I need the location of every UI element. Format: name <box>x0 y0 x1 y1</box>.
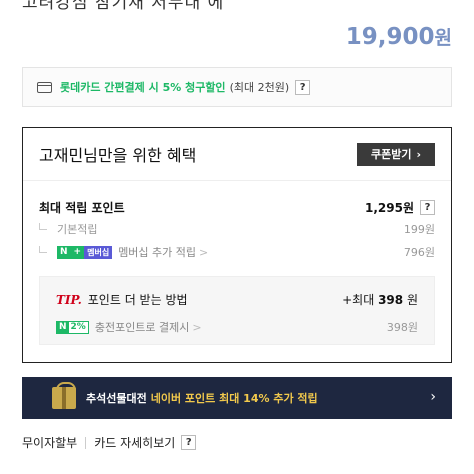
benefit-title: 고재민님만을 위한 혜택 <box>39 146 197 165</box>
tip-value-unit: 원 <box>406 293 418 307</box>
tip-value: +최대 398 원 <box>342 291 418 308</box>
price-value: 19,900 <box>345 24 435 50</box>
max-points-help-button[interactable]: ? <box>420 200 435 215</box>
product-title: 고려강심 참기재 저두대 에 <box>22 0 225 13</box>
banner-highlight-text: 네이버 포인트 최대 14% 추가 적립 <box>150 392 318 405</box>
card-promo-bar: 롯데카드 간편결제 시 5% 청구할인 (최대 2천원) ? <box>22 67 452 107</box>
charge-points-value: 398원 <box>386 321 418 334</box>
charge-points-row: N 2% 충전포인트로 결제시 > 398원 <box>56 319 418 335</box>
product-price: 19,900원 <box>346 23 452 50</box>
tip-value-prefix: +최대 <box>342 293 375 307</box>
coupon-button[interactable]: 쿠폰받기 › <box>357 142 435 166</box>
tree-branch-icon <box>39 222 47 230</box>
tip-text: 포인트 더 받는 방법 <box>87 293 188 307</box>
coupon-button-label: 쿠폰받기 <box>370 148 412 161</box>
max-points-row: 최대 적립 포인트 1,295원 ? <box>39 199 435 216</box>
chevron-right-icon: > <box>192 321 202 334</box>
promo-banner[interactable]: 추석선물대전 네이버 포인트 최대 14% 추가 적립 › <box>22 377 452 419</box>
card-promo-help-button[interactable]: ? <box>295 79 311 95</box>
chevron-right-icon: › <box>430 389 436 405</box>
membership-points-value: 796원 <box>403 246 435 259</box>
basic-points-row: 기본적립 199원 <box>39 221 435 237</box>
chevron-right-icon: › <box>416 147 422 161</box>
badge-membership: 멤버십 <box>84 245 113 259</box>
membership-points-link[interactable]: 멤버십 추가 적립 > <box>118 244 208 260</box>
charge-points-label: 충전포인트로 결제시 <box>94 321 190 334</box>
price-unit: 원 <box>434 27 452 49</box>
naver-2pct-badge: N 2% <box>56 320 89 334</box>
charge-points-link[interactable]: 충전포인트로 결제시 > <box>95 319 202 335</box>
benefit-panel: 고재민님만을 위한 혜택 쿠폰받기 › 최대 적립 포인트 1,295원 ? 기… <box>22 127 452 363</box>
badge-n: N <box>57 245 71 259</box>
max-points-value: 1,295원 <box>365 201 414 215</box>
bottom-links: 무이자할부 카드 자세히보기 ? <box>22 434 197 451</box>
divider <box>85 436 87 449</box>
badge-n: N <box>57 321 69 333</box>
installment-link[interactable]: 무이자할부 <box>22 434 77 451</box>
tree-branch-icon <box>39 245 47 253</box>
tip-row: TIP. 포인트 더 받는 방법 +최대 398 원 <box>56 291 418 308</box>
credit-card-icon <box>37 81 52 93</box>
max-points-value-wrap: 1,295원 ? <box>365 199 435 216</box>
max-points-label: 최대 적립 포인트 <box>39 201 125 215</box>
tip-tag: TIP. <box>56 292 82 307</box>
gift-box-icon <box>52 382 76 409</box>
badge-percent: 2% <box>68 321 88 333</box>
membership-points-label: 멤버십 추가 적립 <box>118 246 197 259</box>
badge-plus: + <box>70 245 85 259</box>
basic-points-label: 기본적립 <box>57 223 98 236</box>
membership-points-row: N + 멤버십 멤버십 추가 적립 > 796원 <box>39 244 435 260</box>
card-detail-help-button[interactable]: ? <box>181 435 197 450</box>
naver-plus-membership-badge: N + 멤버십 <box>57 245 113 259</box>
card-promo-subtext: (최대 2천원) <box>229 81 290 94</box>
card-detail-link[interactable]: 카드 자세히보기 <box>94 434 175 451</box>
basic-points-value: 199원 <box>403 223 435 236</box>
chevron-right-icon: > <box>199 246 209 259</box>
card-promo-text: 롯데카드 간편결제 시 5% 청구할인 <box>60 81 226 94</box>
tip-value-amount: 398 <box>378 293 404 307</box>
benefit-header: 고재민님만을 위한 혜택 쿠폰받기 › <box>23 128 451 181</box>
tip-box: TIP. 포인트 더 받는 방법 +최대 398 원 N 2% 충전포인트로 결… <box>39 276 435 345</box>
banner-event-title: 추석선물대전 <box>86 392 147 405</box>
